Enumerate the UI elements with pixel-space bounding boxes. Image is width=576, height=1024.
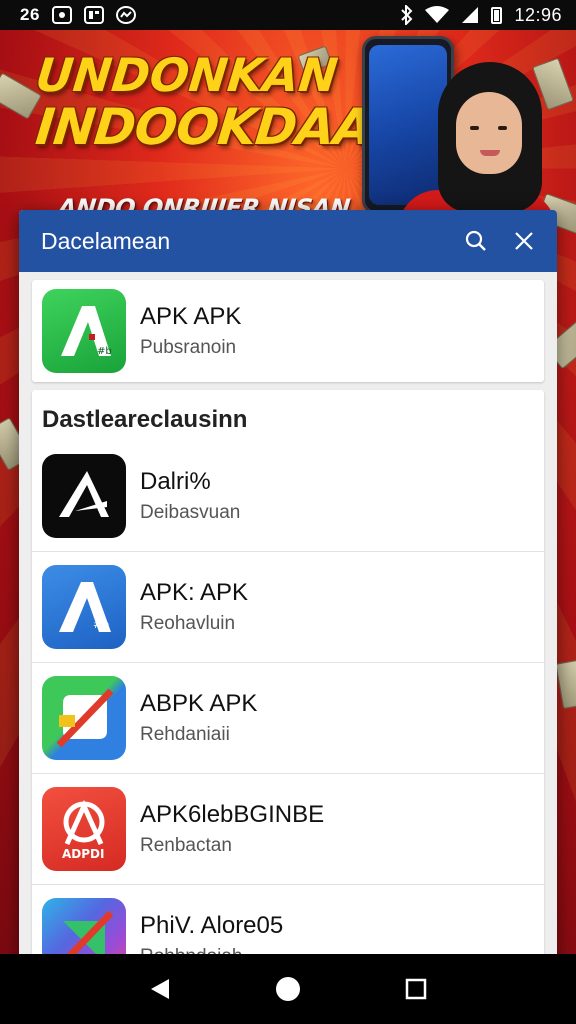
black-triangle-icon <box>42 453 126 538</box>
featured-app-name: APK APK <box>140 303 242 330</box>
search-icon[interactable] <box>461 226 491 256</box>
app-name: Dalri% <box>140 467 211 495</box>
status-bar: 26 12:96 <box>0 0 576 30</box>
close-icon[interactable] <box>509 226 539 256</box>
app-text: APK: APK Reohavluin <box>140 579 248 635</box>
recents-icon[interactable] <box>396 969 436 1009</box>
app-name: PhiV. Alore05 <box>140 912 284 939</box>
eye <box>498 126 507 130</box>
app-subtitle: Rehdaniaii <box>140 724 230 745</box>
svg-text:#b: #b <box>93 618 109 631</box>
list-item[interactable]: Dalri% Deibasvuan <box>32 440 544 551</box>
featured-app-text: APK APK Pubsranoin <box>140 303 241 359</box>
banner-headline: UNDONKAN INDOOKDAA <box>32 48 375 156</box>
news-notification-icon <box>83 6 104 24</box>
status-clock: 12:96 <box>514 4 562 25</box>
featured-app-card[interactable]: #b APK APK Pubsranoin <box>32 280 544 382</box>
red-apk-icon: ADPDI <box>42 787 126 871</box>
status-left: 26 <box>20 5 136 25</box>
green-apk-icon: #b <box>42 289 126 373</box>
headline-line-2: INDOOKDAA <box>32 98 375 156</box>
app-text: APK6lebBGINBE Renbactan <box>140 801 324 857</box>
app-text: Dalri% Deibasvuan <box>140 468 240 524</box>
mouth <box>480 150 500 156</box>
app-list-section: Dastleareclausinn Dalri% Deibasvuan #b A… <box>32 390 544 970</box>
featured-app-row[interactable]: #b APK APK Pubsranoin <box>32 280 544 382</box>
blue-apk-icon: #b <box>42 565 126 649</box>
app-name: ABPK APK <box>140 690 258 717</box>
app-subtitle: Deibasvuan <box>140 501 241 523</box>
app-subtitle: Reohavluin <box>140 613 236 634</box>
back-icon[interactable] <box>140 969 180 1009</box>
navigation-bar <box>0 954 576 1024</box>
app-name: APK: APK <box>140 579 249 606</box>
svg-text:ADPDI: ADPDI <box>62 847 104 861</box>
list-item[interactable]: ADPDI APK6lebBGINBE Renbactan <box>32 773 544 884</box>
battery-icon <box>491 6 503 24</box>
list-item[interactable]: ABPK APK Rehdaniaii <box>32 662 544 773</box>
status-left-number: 26 <box>20 5 40 24</box>
list-item[interactable]: #b APK: APK Reohavluin <box>32 551 544 662</box>
woman-face <box>456 92 522 174</box>
app-text: ABPK APK Rehdaniaii <box>140 690 257 746</box>
wifi-icon <box>425 6 450 23</box>
section-title: Dastleareclausinn <box>42 406 248 433</box>
cellular-signal-icon <box>462 7 479 23</box>
dialog-header: Dacelamean <box>19 210 557 272</box>
messenger-notification-icon <box>115 6 136 24</box>
app-name: APK6lebBGINBE <box>140 801 325 828</box>
home-icon[interactable] <box>268 969 308 1009</box>
status-right: 12:96 <box>401 5 562 26</box>
featured-app-subtitle: Pubsranoin <box>140 337 237 358</box>
headline-line-1: UNDONKAN <box>33 48 341 102</box>
svg-text:#b: #b <box>97 346 112 357</box>
header-actions <box>461 226 539 256</box>
dialog-title: Dacelamean <box>41 227 171 254</box>
dialog-body: #b APK APK Pubsranoin Dastleareclausinn <box>19 272 557 970</box>
app-search-dialog: Dacelamean #b APK APK Pubsranoin Dastlea… <box>19 210 557 970</box>
app-subtitle: Renbactan <box>140 835 232 856</box>
eye <box>470 126 479 130</box>
bluetooth-icon <box>401 5 413 25</box>
gallery-notification-icon <box>51 6 72 24</box>
multicolor-apk-icon <box>42 676 126 760</box>
